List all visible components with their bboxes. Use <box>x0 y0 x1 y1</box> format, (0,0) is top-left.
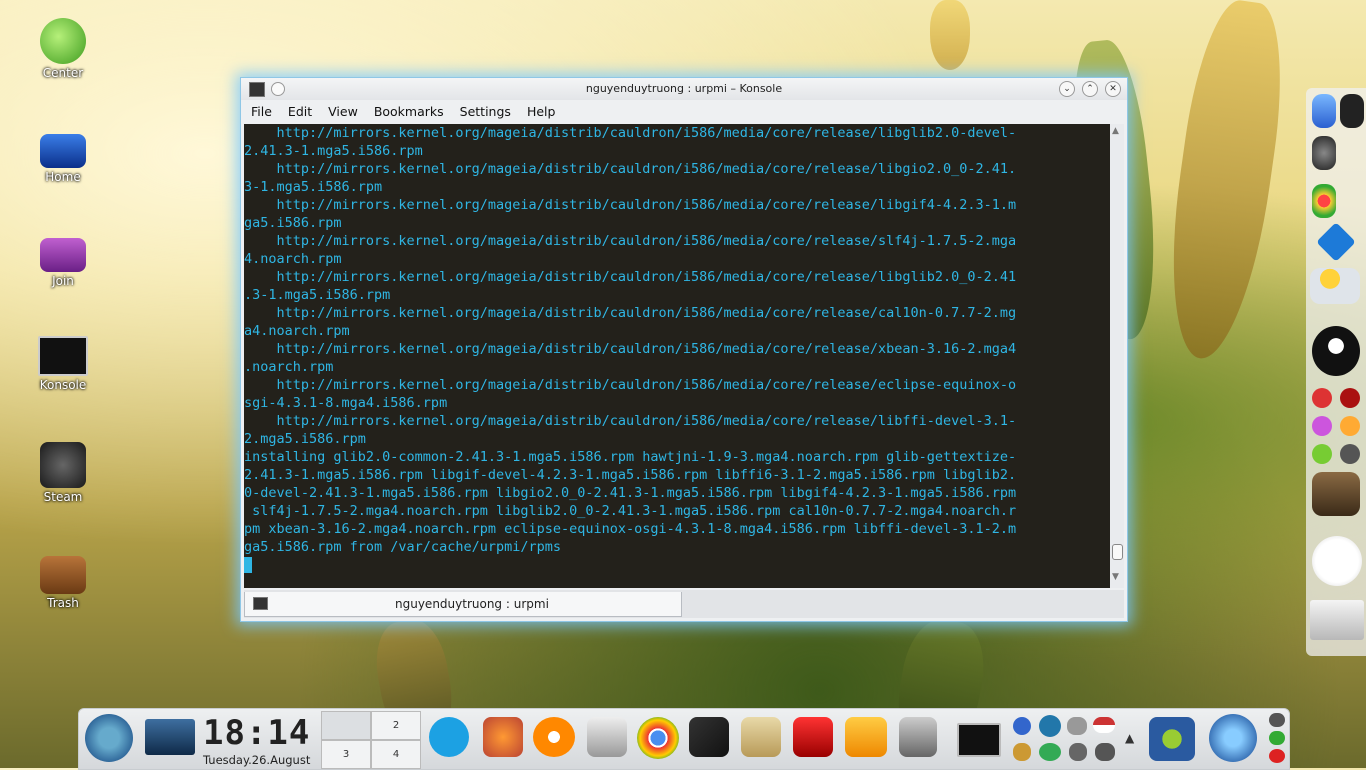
menu-file[interactable]: File <box>251 104 272 119</box>
desktop-icon-trash[interactable]: Trash <box>18 556 108 610</box>
menu-settings[interactable]: Settings <box>460 104 511 119</box>
show-desktop-icon[interactable] <box>145 719 195 755</box>
books-icon[interactable] <box>845 717 887 757</box>
house-icon[interactable] <box>1312 472 1360 516</box>
pager-desktop-3[interactable]: 3 <box>321 740 371 769</box>
app-icon[interactable] <box>1340 388 1360 408</box>
terminal-icon <box>38 336 88 376</box>
menu-view[interactable]: View <box>328 104 358 119</box>
desktop-icon-label: Home <box>45 170 81 184</box>
pager-desktop-2[interactable]: 2 <box>371 711 421 740</box>
right-dock <box>1306 88 1366 656</box>
wheat-stalk-decoration <box>1155 0 1295 365</box>
pager-desktop-4[interactable]: 4 <box>371 740 421 769</box>
desktop-pager: 2 3 4 <box>321 711 421 769</box>
session-tab[interactable]: nguyenduytruong : urpmi <box>244 592 682 617</box>
android-icon[interactable] <box>1312 444 1332 464</box>
kde-icon[interactable] <box>1316 222 1356 262</box>
app-icon[interactable] <box>1312 416 1332 436</box>
minimize-button[interactable]: ⌄ <box>1059 81 1075 97</box>
penguin-icon[interactable] <box>1312 326 1360 376</box>
bus-icon <box>40 238 86 272</box>
title-bar[interactable]: nguyenduytruong : urpmi – Konsole ⌄ ⌃ ✕ <box>241 78 1127 100</box>
tab-label: nguyenduytruong : urpmi <box>395 597 549 611</box>
desktop-icon-label: Steam <box>43 490 83 504</box>
clock-time[interactable]: 18:14 <box>203 713 310 753</box>
screen-icon[interactable] <box>1340 94 1364 128</box>
clock-date: Tuesday.26.August <box>203 753 311 767</box>
music-icon[interactable] <box>1312 136 1336 170</box>
terminal-text: http://mirrors.kernel.org/mageia/distrib… <box>244 125 1017 555</box>
pager-desktop-1[interactable] <box>321 711 371 740</box>
clock-icon[interactable] <box>1312 536 1362 586</box>
desktop-icon-steam[interactable]: Steam <box>18 442 108 504</box>
tools-icon[interactable] <box>741 717 781 757</box>
app-icon[interactable] <box>1312 388 1332 408</box>
tab-bar: nguyenduytruong : urpmi <box>244 590 1124 618</box>
autocad-icon[interactable] <box>793 717 833 757</box>
chrome-icon[interactable] <box>1312 184 1336 218</box>
android-robot-icon[interactable] <box>1149 717 1195 761</box>
weather-icon[interactable] <box>1310 268 1360 304</box>
steam-icon <box>40 442 86 488</box>
palette-icon[interactable] <box>533 717 575 757</box>
menu-help[interactable]: Help <box>527 104 556 119</box>
desktop-icon-label: Center <box>42 66 84 80</box>
file-cabinet-icon[interactable] <box>587 717 627 757</box>
sync-icon[interactable] <box>1039 743 1061 761</box>
app-icon[interactable] <box>1340 444 1360 464</box>
scroll-up-arrow-icon[interactable]: ▲ <box>1112 126 1119 136</box>
desktop-icon-label: Join <box>52 274 74 288</box>
desktop-icon-center[interactable]: Center <box>18 18 108 80</box>
close-button[interactable]: ✕ <box>1105 81 1121 97</box>
menu-bookmarks[interactable]: Bookmarks <box>374 104 444 119</box>
bottom-panel: 18:14 Tuesday.26.August 2 3 4 ▲ <box>78 708 1290 770</box>
chrome-icon[interactable] <box>637 717 679 759</box>
terminal-icon <box>253 597 268 610</box>
star-icon[interactable] <box>1209 714 1257 762</box>
network-icon[interactable] <box>1067 717 1087 735</box>
scrollbar-thumb[interactable] <box>1112 544 1123 560</box>
drawer-icon[interactable] <box>1310 600 1364 640</box>
desktop-icon-label: Konsole <box>39 378 87 392</box>
maximize-button[interactable]: ⌃ <box>1082 81 1098 97</box>
logout-icon[interactable] <box>1269 731 1285 745</box>
lightning-icon[interactable] <box>689 717 729 757</box>
terminal-cursor <box>244 557 252 573</box>
apple-icon <box>40 18 86 64</box>
konsole-task-icon[interactable] <box>957 723 1001 757</box>
skype-icon[interactable] <box>429 717 469 757</box>
notification-icon[interactable] <box>1013 743 1031 761</box>
help-icon[interactable] <box>1013 717 1031 735</box>
scroll-down-arrow-icon[interactable]: ▼ <box>1112 572 1119 582</box>
scissors-icon[interactable] <box>1069 743 1087 761</box>
lock-icon[interactable] <box>1269 713 1285 727</box>
app-icon[interactable] <box>1340 416 1360 436</box>
volume-icon[interactable] <box>1095 743 1115 761</box>
desktop-icon-join[interactable]: Join <box>18 232 108 288</box>
konsole-window[interactable]: nguyenduytruong : urpmi – Konsole ⌄ ⌃ ✕ … <box>240 77 1128 622</box>
desktop-icon-home[interactable]: Home <box>18 128 108 184</box>
keyboard-layout-icon[interactable] <box>1093 717 1115 733</box>
finder-icon[interactable] <box>1312 94 1336 128</box>
tray-expand-icon[interactable]: ▲ <box>1125 731 1134 745</box>
desktop-icon-label: Trash <box>47 596 79 610</box>
start-menu-icon[interactable] <box>85 714 133 762</box>
trash-icon <box>40 556 86 594</box>
menu-bar: File Edit View Bookmarks Settings Help <box>241 100 1127 122</box>
terminal-output[interactable]: http://mirrors.kernel.org/mageia/distrib… <box>244 124 1110 588</box>
desktop-icon-konsole[interactable]: Konsole <box>18 336 108 392</box>
wheat-stalk-decoration <box>930 0 970 70</box>
window-title: nguyenduytruong : urpmi – Konsole <box>585 82 783 95</box>
usb-drive-icon <box>40 134 86 168</box>
installer-icon[interactable] <box>899 717 937 757</box>
fox-icon[interactable] <box>483 717 523 757</box>
globe-icon[interactable] <box>1039 715 1061 737</box>
power-icon[interactable] <box>1269 749 1285 763</box>
menu-edit[interactable]: Edit <box>288 104 312 119</box>
vertical-scrollbar[interactable]: ▲ ▼ <box>1110 124 1124 588</box>
